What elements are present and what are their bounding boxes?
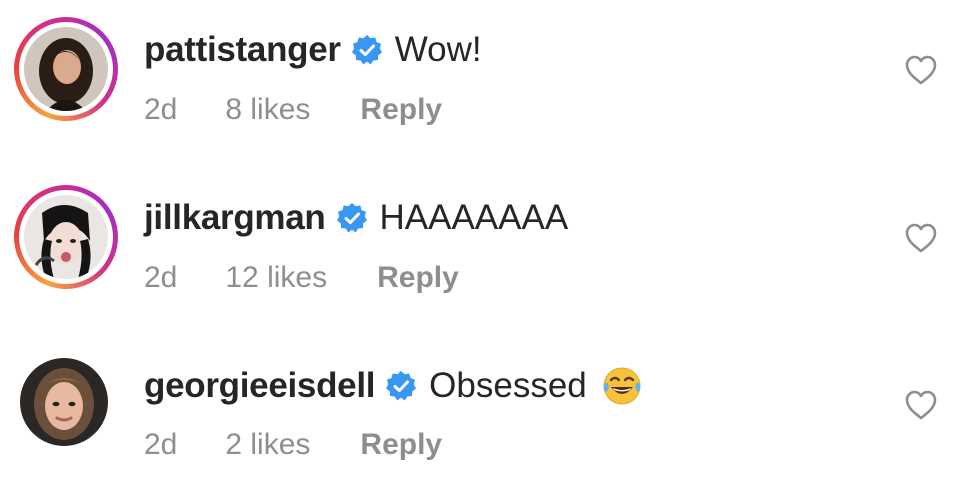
reply-button[interactable]: Reply	[377, 260, 459, 296]
verified-badge-icon	[351, 34, 383, 66]
username[interactable]: jillkargman	[144, 198, 326, 238]
timestamp[interactable]: 2d	[144, 92, 177, 128]
username[interactable]: pattistanger	[144, 30, 341, 70]
heart-outline-icon[interactable]	[904, 54, 938, 86]
heart-outline-icon[interactable]	[904, 389, 938, 421]
comment-meta: 2d 12 likes Reply	[144, 260, 459, 296]
timestamp[interactable]: 2d	[144, 260, 177, 296]
username[interactable]: georgieeisdell	[144, 366, 375, 406]
avatar-wrapper	[14, 352, 118, 456]
comment-text: Obsessed	[429, 366, 587, 405]
tears-of-joy-emoji-icon	[601, 365, 643, 407]
reply-button[interactable]: Reply	[360, 427, 442, 463]
avatar[interactable]	[24, 195, 108, 279]
comment-meta: 2d 8 likes Reply	[144, 92, 442, 128]
avatar[interactable]	[20, 358, 108, 446]
reply-button[interactable]: Reply	[360, 92, 442, 128]
timestamp[interactable]: 2d	[144, 427, 177, 463]
likes-count[interactable]: 12 likes	[225, 260, 327, 296]
comment-item: georgieeisdell Obsessed 2d 2 likes Reply	[0, 335, 980, 495]
verified-badge-icon	[336, 202, 368, 234]
story-ring[interactable]	[14, 17, 118, 121]
comment-item: pattistanger Wow! 2d 8 likes Reply	[0, 0, 980, 160]
comment-meta: 2d 2 likes Reply	[144, 427, 442, 463]
heart-outline-icon[interactable]	[904, 222, 938, 254]
likes-count[interactable]: 2 likes	[225, 427, 310, 463]
avatar[interactable]	[24, 27, 108, 111]
story-ring[interactable]	[14, 185, 118, 289]
comment-line: georgieeisdell Obsessed	[144, 365, 643, 407]
likes-count[interactable]: 8 likes	[225, 92, 310, 128]
comment-line: pattistanger Wow!	[144, 30, 482, 70]
verified-badge-icon	[385, 370, 417, 402]
comment-text: Wow!	[394, 30, 482, 69]
comment-line: jillkargman HAAAAAAA	[144, 198, 568, 238]
comment-text: HAAAAAAA	[379, 198, 569, 237]
comment-item: jillkargman HAAAAAAA 2d 12 likes Reply	[0, 168, 980, 328]
